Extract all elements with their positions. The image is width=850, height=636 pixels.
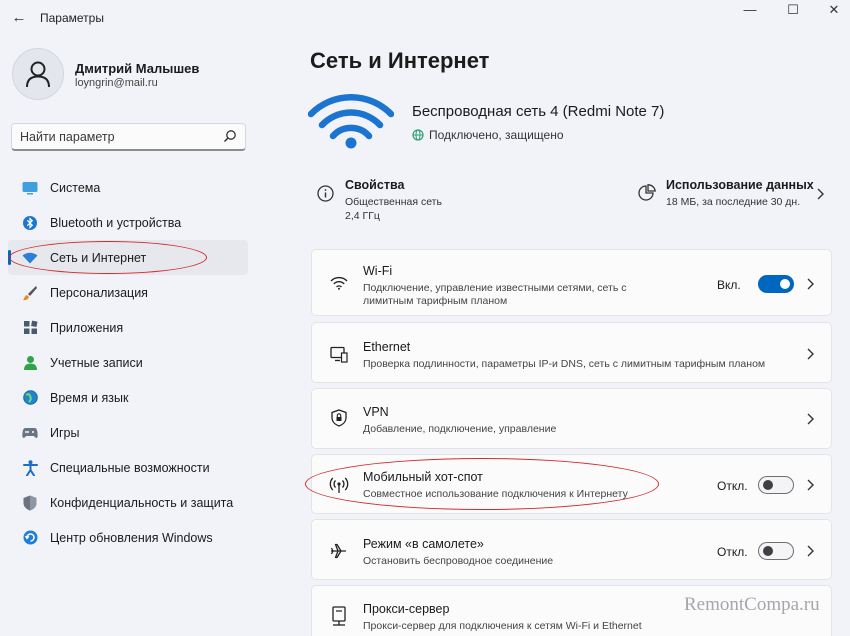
search-box (11, 123, 246, 151)
apps-icon (22, 320, 38, 336)
pie-chart-icon (638, 184, 656, 201)
data-usage-amount: 18 МБ, за последние 30 дн. (666, 196, 801, 208)
person-icon (26, 61, 50, 88)
wifi-title: Wi-Fi (363, 264, 393, 278)
sidebar-item-gaming[interactable]: Игры (8, 415, 248, 450)
hotspot-icon (328, 474, 350, 496)
page-title: Сеть и Интернет (310, 48, 490, 73)
wifi-state-label: Вкл. (717, 278, 741, 292)
globe-icon (412, 129, 424, 141)
vpn-card[interactable]: VPN Добавление, подключение, управление (311, 388, 832, 449)
sidebar-item-label: Учетные записи (50, 355, 143, 370)
minimize-button[interactable]: — (728, 0, 772, 22)
sidebar-item-label: Время и язык (50, 390, 129, 405)
wifi-toggle[interactable] (758, 275, 794, 293)
gamepad-icon (22, 425, 38, 441)
sidebar-item-personalization[interactable]: Персонализация (8, 275, 248, 310)
wifi-signal-icon (308, 94, 394, 149)
brush-icon (22, 285, 38, 301)
title-bar: ← Параметры — ☐ ✕ (0, 0, 850, 36)
close-button[interactable]: ✕ (812, 0, 850, 22)
vpn-description: Добавление, подключение, управление (363, 423, 557, 435)
search-icon[interactable] (223, 129, 237, 143)
data-usage-link[interactable]: Использование данных 18 МБ, за последние… (638, 178, 814, 208)
person-icon (22, 355, 38, 371)
properties-link[interactable]: Свойства Общественная сеть 2,4 ГГц (317, 178, 442, 222)
vpn-title: VPN (363, 405, 389, 419)
wifi-description-line2: лимитным тарифным планом (363, 295, 508, 307)
airplane-title: Режим «в самолете» (363, 537, 484, 551)
proxy-server-icon (328, 605, 350, 627)
ethernet-monitor-icon (328, 343, 350, 365)
airplane-mode-card[interactable]: Режим «в самолете» Остановить беспроводн… (311, 519, 832, 580)
chevron-right-icon[interactable] (805, 412, 815, 426)
window-title: Параметры (40, 11, 104, 25)
airplane-description: Остановить беспроводное соединение (363, 555, 554, 567)
sidebar-item-label: Центр обновления Windows (50, 530, 213, 545)
sidebar-item-label: Персонализация (50, 285, 148, 300)
network-status-text: Подключено, защищено (429, 128, 564, 142)
sidebar-item-system[interactable]: Система (8, 170, 248, 205)
network-status: Подключено, защищено (412, 128, 564, 142)
monitor-icon (22, 180, 38, 196)
hotspot-state-label: Откл. (717, 479, 748, 493)
wifi-icon (22, 250, 38, 266)
sidebar-item-label: Сеть и Интернет (50, 250, 147, 265)
hotspot-description: Совместное использование подключения к И… (363, 488, 628, 500)
sidebar-item-bluetooth[interactable]: Bluetooth и устройства (8, 205, 248, 240)
chevron-right-icon[interactable] (815, 187, 825, 201)
globe-clock-icon (22, 390, 38, 406)
user-name: Дмитрий Малышев (75, 61, 200, 76)
hotspot-toggle[interactable] (758, 476, 794, 494)
properties-network-type: Общественная сеть (345, 196, 442, 208)
properties-title: Свойства (345, 178, 405, 192)
ethernet-description: Проверка подлинности, параметры IP-и DNS… (363, 358, 766, 370)
accessibility-icon (22, 459, 38, 476)
chevron-right-icon[interactable] (805, 478, 815, 492)
vpn-shield-icon (328, 407, 350, 429)
wifi-card[interactable]: Wi-Fi Подключение, управление известными… (311, 249, 832, 316)
sidebar-item-label: Bluetooth и устройства (50, 215, 182, 230)
sidebar-item-label: Специальные возможности (50, 460, 210, 475)
sidebar-item-privacy[interactable]: Конфиденциальность и защита (8, 485, 248, 520)
sidebar-item-label: Игры (50, 425, 80, 440)
network-name: Беспроводная сеть 4 (Redmi Note 7) (412, 103, 665, 120)
ethernet-title: Ethernet (363, 340, 411, 354)
maximize-button[interactable]: ☐ (771, 0, 815, 22)
chevron-right-icon[interactable] (805, 277, 815, 291)
sidebar-item-label: Система (50, 180, 101, 195)
user-email: loyngrin@mail.ru (75, 77, 158, 89)
wifi-outline-icon (328, 272, 350, 294)
chevron-right-icon[interactable] (805, 544, 815, 558)
ethernet-card[interactable]: Ethernet Проверка подлинности, параметры… (311, 322, 832, 383)
sidebar-item-accounts[interactable]: Учетные записи (8, 345, 248, 380)
search-input[interactable] (20, 128, 210, 146)
sidebar-item-time-language[interactable]: Время и язык (8, 380, 248, 415)
airplane-icon (328, 540, 350, 562)
wifi-description-line1: Подключение, управление известными сетям… (363, 282, 627, 294)
hotspot-title: Мобильный хот-спот (363, 470, 483, 484)
data-usage-title: Использование данных (666, 178, 814, 192)
bluetooth-icon (22, 215, 38, 231)
properties-band: 2,4 ГГц (345, 210, 380, 222)
proxy-title: Прокси-сервер (363, 602, 450, 616)
sidebar-item-windows-update[interactable]: Центр обновления Windows (8, 520, 248, 555)
sidebar-item-label: Приложения (50, 320, 124, 335)
proxy-description: Прокси-сервер для подключения к сетям Wi… (363, 620, 642, 632)
shield-icon (22, 495, 38, 511)
mobile-hotspot-card[interactable]: Мобильный хот-спот Совместное использова… (311, 454, 832, 514)
back-arrow-icon[interactable]: ← (8, 8, 30, 28)
watermark: RemontCompa.ru (684, 594, 820, 615)
chevron-right-icon[interactable] (805, 347, 815, 361)
avatar[interactable] (12, 48, 64, 100)
sidebar-item-accessibility[interactable]: Специальные возможности (8, 450, 248, 485)
sidebar-item-network[interactable]: Сеть и Интернет (8, 240, 248, 275)
sidebar-item-label: Конфиденциальность и защита (50, 495, 234, 510)
update-icon (22, 530, 38, 546)
airplane-toggle[interactable] (758, 542, 794, 560)
airplane-state-label: Откл. (717, 545, 748, 559)
sidebar-nav: Система Bluetooth и устройства Сеть и Ин… (8, 170, 248, 555)
info-icon (317, 185, 334, 202)
sidebar-item-apps[interactable]: Приложения (8, 310, 248, 345)
